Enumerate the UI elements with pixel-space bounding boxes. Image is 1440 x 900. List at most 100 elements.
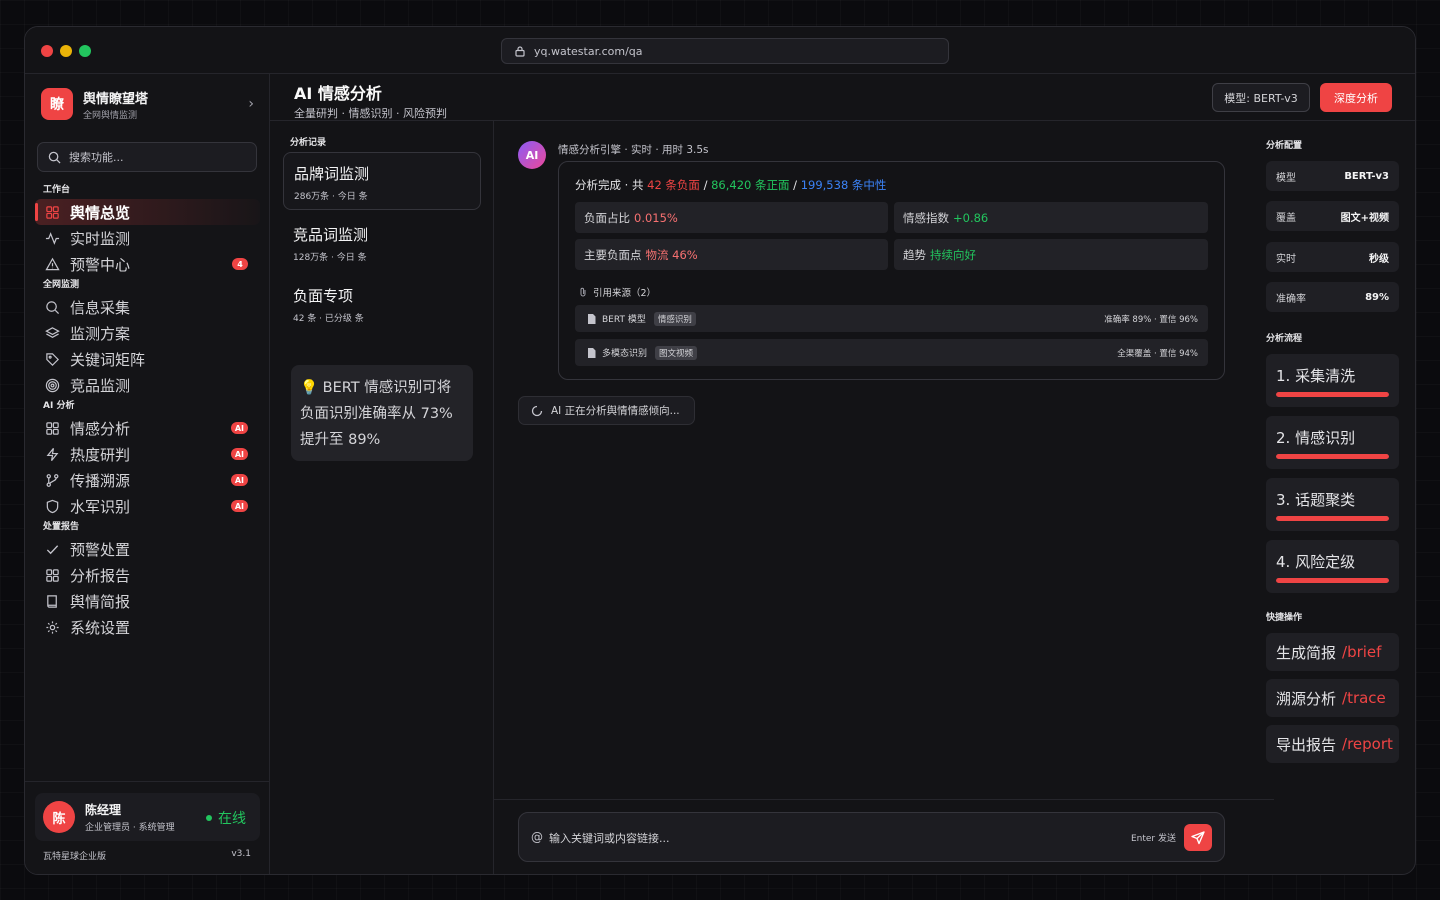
sidebar-item-label: 竞品监测 [70,376,131,395]
status-badge: 在线 [206,808,246,828]
sidebar-item-heat[interactable]: 热度研判 AI [35,441,260,467]
config-value: 89% [1365,291,1389,303]
quick-action-trace[interactable]: 溯源分析 /trace [1266,679,1399,717]
composer-divider [494,799,1274,800]
check-icon [46,544,59,554]
config-value: 秒级 [1369,253,1389,265]
send-button[interactable] [1184,824,1212,851]
quick-action-label: 溯源分析 [1276,689,1337,708]
nav-section-monitor: 全网监测 [43,280,80,290]
brand-subtitle: 全网舆情监测 [83,110,138,121]
book-icon [47,594,57,608]
brand-switcher[interactable]: 瞭 舆情瞭望塔 全网舆情监测 › [41,86,254,122]
send-hint: Enter 发送 [1130,834,1176,844]
flow-step-fill [1276,392,1389,397]
user-card[interactable]: 陈 陈经理 企业管理员 · 系统管理 在线 [35,793,260,841]
sidebar-divider [25,781,269,782]
search-input[interactable] [69,150,249,164]
quick-action-label: 导出报告 [1276,735,1337,754]
search-box[interactable] [37,142,257,172]
nav-section-ai: AI 分析 [43,401,75,411]
reference-score: 全渠覆盖 · 置信 94% [1117,348,1198,359]
sidebar: 瞭 舆情瞭望塔 全网舆情监测 › 工作台 舆情总览 实时监测 预警中心 [25,74,270,874]
flow-step-fill [1276,578,1389,583]
summary-neutral: 199,538 条中性 [800,178,887,192]
sidebar-item-realtime[interactable]: 实时监测 [35,225,260,251]
grid-icon [46,205,59,219]
quick-action-report[interactable]: 导出报告 /report [1266,725,1399,763]
sidebar-item-overview[interactable]: 舆情总览 [35,199,260,225]
at-mention-icon[interactable]: @ [531,830,543,844]
sidebar-item-brief[interactable]: 舆情简报 [35,588,260,614]
model-selector[interactable]: 模型: BERT-v3 [1212,83,1310,112]
stat-value: 持续向好 [930,247,976,262]
config-key: 准确率 [1276,293,1306,305]
sidebar-item-label: 情感分析 [70,419,131,438]
sidebar-item-keywords[interactable]: 关键词矩阵 [35,346,260,372]
branch-icon [46,473,59,487]
sidebar-item-label: 舆情简报 [70,592,131,611]
flow-step: 3. 话题聚类 [1266,478,1399,531]
window-minimize-button[interactable] [60,45,72,57]
title-bar: yq.watestar.com/qa [25,27,1415,74]
history-item[interactable]: 竞品词监测 128万条 · 今日 条 [283,214,481,272]
brand-logo: 瞭 [41,88,73,120]
flow-step-title: 4. 风险定级 [1276,553,1356,571]
chevron-right-icon: › [248,96,254,112]
stat-label: 主要负面点 [584,247,642,262]
quick-action-label: 生成简报 [1276,643,1337,662]
sidebar-item-sentiment[interactable]: 情感分析 AI [35,415,260,441]
status-text: 在线 [218,811,246,827]
sidebar-item-collect[interactable]: 信息采集 [35,294,260,320]
send-icon [1191,830,1205,844]
address-bar[interactable]: yq.watestar.com/qa [501,38,949,64]
config-key: 模型 [1276,172,1296,184]
references-label-text: 引用来源（2） [593,288,657,299]
sidebar-item-reports[interactable]: 分析报告 [35,562,260,588]
typing-indicator: AI 正在分析舆情情感倾向... [518,396,695,425]
analysis-summary: 分析完成 · 共 42 条负面 / 86,420 条正面 / 199,538 条… [575,177,886,193]
config-key: 实时 [1276,253,1296,265]
window-maximize-button[interactable] [79,45,91,57]
history-item[interactable]: 负面专项 42 条 · 已分级 条 [283,275,481,333]
quick-action-command: /trace [1342,689,1386,707]
grid-icon [46,568,59,582]
quick-action-brief[interactable]: 生成简报 /brief [1266,633,1399,671]
stat-label: 趋势 [903,247,926,262]
config-row-accuracy: 准确率 89% [1266,282,1399,312]
sidebar-item-plans[interactable]: 监测方案 [35,320,260,346]
app-window: yq.watestar.com/qa 瞭 舆情瞭望塔 全网舆情监测 › 工作台 … [24,26,1416,875]
window-close-button[interactable] [41,45,53,57]
message-input[interactable] [549,828,1089,848]
history-item[interactable]: 品牌词监测 286万条 · 今日 条 [283,152,481,210]
sidebar-item-settings[interactable]: 系统设置 [35,614,260,640]
search-icon [46,300,60,314]
sidebar-item-label: 信息采集 [70,298,131,317]
stat-value: 0.015% [634,210,678,225]
summary-positive: 86,420 条正面 [711,178,790,192]
activity-icon [45,231,60,245]
reference-item[interactable]: 多模态识别 图文视频 全渠覆盖 · 置信 94% [575,339,1208,366]
page-subtitle: 全量研判 · 情感识别 · 风险预判 [294,107,447,120]
spinner-icon [531,405,543,416]
sidebar-item-handle[interactable]: 预警处置 [35,536,260,562]
reference-item[interactable]: BERT 模型 情感识别 准确率 89% · 置信 96% [575,305,1208,332]
config-row-model: 模型 BERT-v3 [1266,161,1399,191]
summary-separator: / [703,178,708,192]
stat-value: 物流 46% [645,247,698,262]
history-label: 分析记录 [290,138,327,148]
sidebar-item-competitors[interactable]: 竞品监测 [35,372,260,398]
brand-title: 舆情瞭望塔 [83,91,149,107]
grid-icon [46,421,59,435]
sidebar-item-alerts[interactable]: 预警中心 4 [35,251,260,277]
deep-analysis-button[interactable]: 深度分析 [1320,83,1392,112]
sidebar-item-label: 监测方案 [70,324,131,343]
reference-score: 准确率 89% · 置信 96% [1104,314,1198,325]
sidebar-item-trace[interactable]: 传播溯源 AI [35,467,260,493]
sidebar-item-bots[interactable]: 水军识别 AI [35,493,260,519]
chat-area: AI 情感分析引擎 · 实时 · 用时 3.5s 分析完成 · 共 42 条负面… [494,121,1274,874]
history-item-meta: 286万条 · 今日 条 [294,192,368,202]
user-role: 企业管理员 · 系统管理 [85,823,175,833]
stat-negative-ratio: 负面占比 0.015% [575,202,888,233]
flow-step-title: 1. 采集清洗 [1276,367,1356,385]
